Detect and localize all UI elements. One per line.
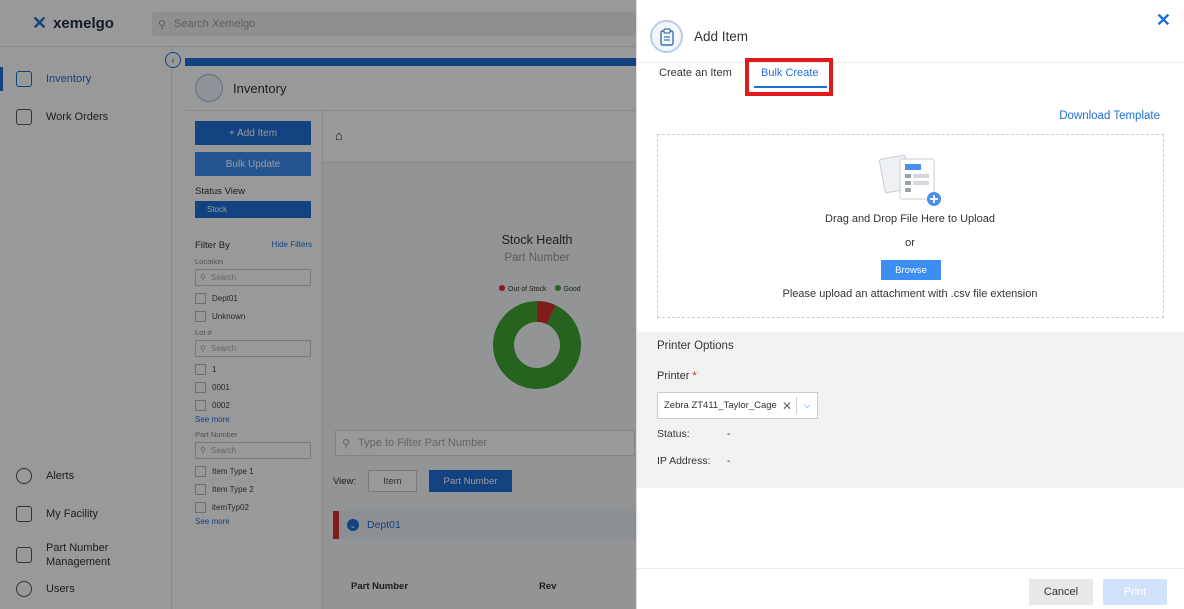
ip-label: IP Address: [657,455,711,467]
required-mark: * [692,370,697,382]
cancel-button[interactable]: Cancel [1029,579,1093,605]
status-label: Status: [657,428,690,440]
printer-label: Printer * [657,370,697,382]
drop-instruction: Drag and Drop File Here to Upload [825,213,995,225]
close-icon[interactable]: ✕ [1156,10,1171,31]
modal-backdrop[interactable] [0,0,636,609]
printer-label-text: Printer [657,370,690,382]
chevron-down-icon[interactable]: ⌵ [797,400,817,411]
status-value: - [727,428,731,440]
tab-create-an-item[interactable]: Create an Item [659,67,732,79]
highlight-box [745,58,833,96]
printer-select-value: Zebra ZT411_Taylor_Cage [664,400,777,411]
ip-value: - [727,455,731,467]
file-drop-zone[interactable]: Drag and Drop File Here to Upload or Bro… [657,134,1164,318]
modal-title: Add Item [694,29,749,44]
print-button[interactable]: Print [1103,579,1167,605]
or-label: or [905,237,915,249]
csv-hint: Please upload an attachment with .csv fi… [782,288,1038,300]
clipboard-icon [650,20,683,53]
add-item-modal: Add Item ✕ Create an Item Bulk Create Do… [636,0,1184,609]
printer-ip-row: IP Address: - [657,455,731,467]
modal-header: Add Item ✕ [637,0,1184,63]
printer-options-title: Printer Options [657,340,734,352]
printer-options-section: Printer Options Printer * Zebra ZT411_Tay… [637,332,1184,488]
upload-documents-icon [879,154,941,206]
printer-select[interactable]: Zebra ZT411_Taylor_Cage ✕ ⌵ [657,392,818,419]
download-template-link[interactable]: Download Template [1059,110,1160,122]
browse-button[interactable]: Browse [881,260,941,280]
modal-footer: Cancel Print [637,568,1184,609]
printer-status-row: Status: - [657,428,731,440]
clear-icon[interactable]: ✕ [778,399,796,413]
